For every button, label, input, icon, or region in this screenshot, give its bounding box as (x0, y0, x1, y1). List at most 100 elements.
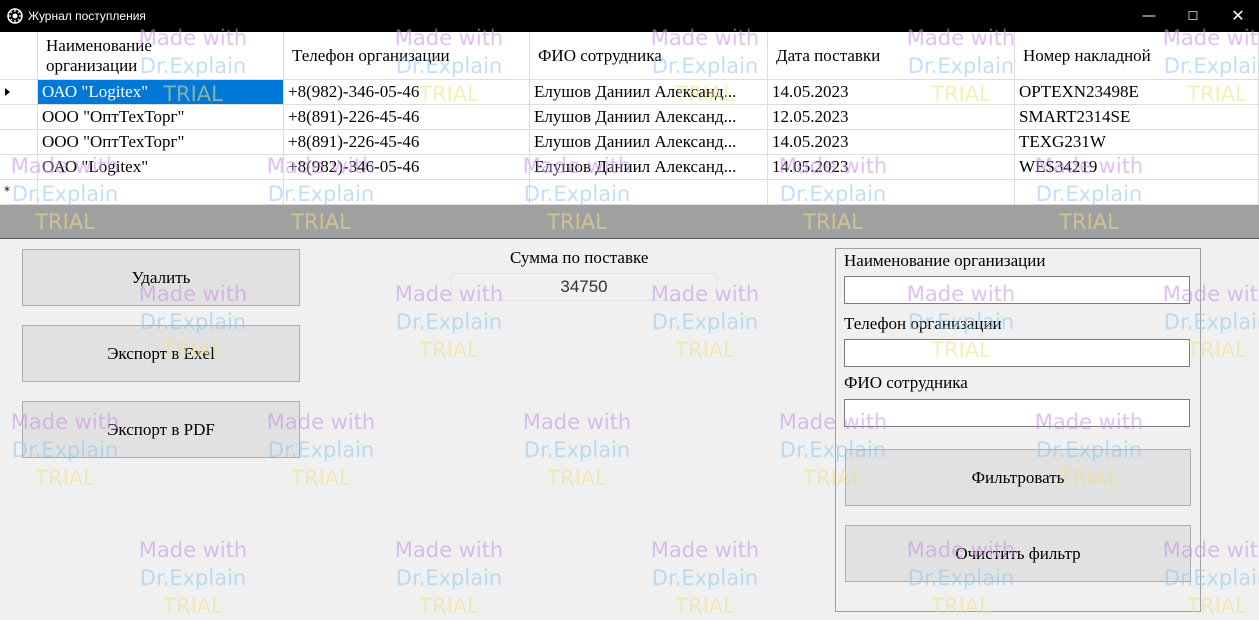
watermark-line: TRIAL (675, 338, 735, 362)
column-header-organization[interactable]: Наименование организации (38, 32, 284, 80)
column-header-label: Телефон организации (292, 45, 450, 65)
cell-text: Елушов Даниил Александ... (534, 157, 737, 176)
filter-phone-input[interactable] (844, 339, 1190, 367)
grid-cell-employee[interactable]: Елушов Даниил Александ... (530, 105, 768, 130)
row-header[interactable] (0, 105, 38, 130)
column-header-date[interactable]: Дата поставки (768, 32, 1015, 80)
grid-cell-organization[interactable]: ООО "ОптТехТорг" (38, 105, 284, 130)
watermark-line: Dr.Explain (139, 566, 247, 590)
watermark-line: Dr.Explain (651, 310, 759, 334)
watermark-line: Dr.Explain (395, 566, 503, 590)
watermark: Made with Dr.Explain TRIAL (512, 408, 642, 492)
cell-text: OPTEXN23498E (1019, 82, 1139, 101)
filter-org-input[interactable] (844, 276, 1190, 304)
row-header[interactable] (0, 130, 38, 155)
filter-org-label: Наименование организации (844, 251, 1046, 270)
cell-text: ОАО "Logitex" (42, 82, 149, 101)
grid-cell-new[interactable] (1015, 180, 1259, 205)
filter-phone-label: Телефон организации (844, 314, 1002, 333)
grid-cell-phone[interactable]: +8(891)-226-45-46 (284, 105, 530, 130)
grid-cell-organization[interactable]: ОАО "Logitex" (38, 155, 284, 180)
current-row-arrow-icon (5, 88, 10, 96)
cell-text: SMART2314SE (1019, 107, 1131, 126)
watermark-line: TRIAL (291, 466, 351, 490)
column-header-label: Дата поставки (776, 45, 881, 65)
filter-button[interactable]: Фильтровать (845, 449, 1191, 506)
watermark-line: TRIAL (675, 594, 735, 618)
grid-cell-date[interactable]: 14.05.2023 (768, 80, 1015, 105)
filter-employee-input[interactable] (844, 399, 1190, 427)
app-icon (7, 8, 23, 24)
clear-filter-button[interactable]: Очистить фильтр (845, 525, 1191, 582)
watermark-line: Made with (394, 538, 504, 562)
delete-button[interactable]: Удалить (22, 249, 300, 306)
column-header-label: Номер накладной (1023, 45, 1151, 65)
watermark-line: TRIAL (35, 466, 95, 490)
cell-text: ООО "ОптТехТорг" (42, 107, 185, 126)
window-title: Журнал поступления (28, 9, 146, 23)
grid-cell-invoice[interactable]: SMART2314SE (1015, 105, 1259, 130)
grid-cell-employee[interactable]: Елушов Даниил Александ... (530, 155, 768, 180)
grid-cell-new[interactable] (284, 180, 530, 205)
cell-text: Елушов Даниил Александ... (534, 132, 737, 151)
minimize-button[interactable]: — (1139, 6, 1159, 26)
watermark-line: Dr.Explain (523, 438, 631, 462)
row-header-new[interactable]: * (0, 180, 38, 205)
cell-text: ОАО "Logitex" (42, 157, 149, 176)
export-excel-button[interactable]: Экспорт в Exel (22, 325, 300, 382)
grid-cell-invoice[interactable]: OPTEXN23498E (1015, 80, 1259, 105)
sum-value: 34750 (451, 273, 717, 301)
filter-employee-label: ФИО сотрудника (844, 373, 968, 392)
cell-text: +8(982)-346-05-46 (288, 82, 420, 101)
grid-cell-invoice[interactable]: WES34219 (1015, 155, 1259, 180)
column-header-phone[interactable]: Телефон организации (284, 32, 530, 80)
grid-cell-organization[interactable]: ОАО "Logitex" (38, 80, 284, 105)
supply-grid[interactable]: Наименование организации Телефон организ… (0, 32, 1259, 205)
grid-cell-phone[interactable]: +8(891)-226-45-46 (284, 130, 530, 155)
grid-cell-new[interactable] (38, 180, 284, 205)
grid-cell-date[interactable]: 14.05.2023 (768, 155, 1015, 180)
cell-text: Елушов Даниил Александ... (534, 107, 737, 126)
grid-cell-employee[interactable]: Елушов Даниил Александ... (530, 80, 768, 105)
watermark-line: Dr.Explain (651, 566, 759, 590)
grid-cell-new[interactable] (768, 180, 1015, 205)
grid-cell-phone[interactable]: +8(982)-346-05-46 (284, 80, 530, 105)
sum-label: Сумма по поставке (510, 248, 649, 267)
row-header[interactable] (0, 155, 38, 180)
close-button[interactable]: ✕ (1228, 6, 1248, 26)
column-header-invoice[interactable]: Номер накладной (1015, 32, 1259, 80)
maximize-button[interactable]: ☐ (1183, 6, 1203, 26)
watermark: Made with Dr.Explain TRIAL (384, 536, 514, 620)
watermark-line: TRIAL (419, 338, 479, 362)
cell-text: 14.05.2023 (772, 132, 849, 151)
column-header-label: Наименование организации (46, 35, 152, 75)
column-header-label: ФИО сотрудника (538, 45, 662, 65)
export-pdf-button[interactable]: Экспорт в PDF (22, 401, 300, 458)
grid-cell-phone[interactable]: +8(982)-346-05-46 (284, 155, 530, 180)
cell-text: ООО "ОптТехТорг" (42, 132, 185, 151)
row-header-current[interactable] (0, 80, 38, 105)
watermark-line: Dr.Explain (395, 310, 503, 334)
cell-text: WES34219 (1019, 157, 1098, 176)
cell-text: Елушов Даниил Александ... (534, 82, 737, 101)
watermark-line: Made with (650, 538, 760, 562)
watermark: Made with Dr.Explain TRIAL (128, 536, 258, 620)
watermark-line: TRIAL (547, 466, 607, 490)
grid-cell-new[interactable] (530, 180, 768, 205)
grid-corner-header[interactable] (0, 32, 38, 80)
grid-cell-invoice[interactable]: TEXG231W (1015, 130, 1259, 155)
grid-cell-date[interactable]: 14.05.2023 (768, 130, 1015, 155)
new-row-icon: * (4, 184, 10, 198)
cell-text: 14.05.2023 (772, 82, 849, 101)
column-header-employee[interactable]: ФИО сотрудника (530, 32, 768, 80)
grid-cell-employee[interactable]: Елушов Даниил Александ... (530, 130, 768, 155)
grid-cell-organization[interactable]: ООО "ОптТехТорг" (38, 130, 284, 155)
cell-text: TEXG231W (1019, 132, 1106, 151)
title-bar: Журнал поступления — ☐ ✕ (0, 0, 1259, 32)
watermark-line: Made with (522, 410, 632, 434)
grid-cell-date[interactable]: 12.05.2023 (768, 105, 1015, 130)
cell-text: 14.05.2023 (772, 157, 849, 176)
cell-text: +8(891)-226-45-46 (288, 107, 420, 126)
grid-empty-area (0, 205, 1259, 239)
cell-text: +8(982)-346-05-46 (288, 157, 420, 176)
